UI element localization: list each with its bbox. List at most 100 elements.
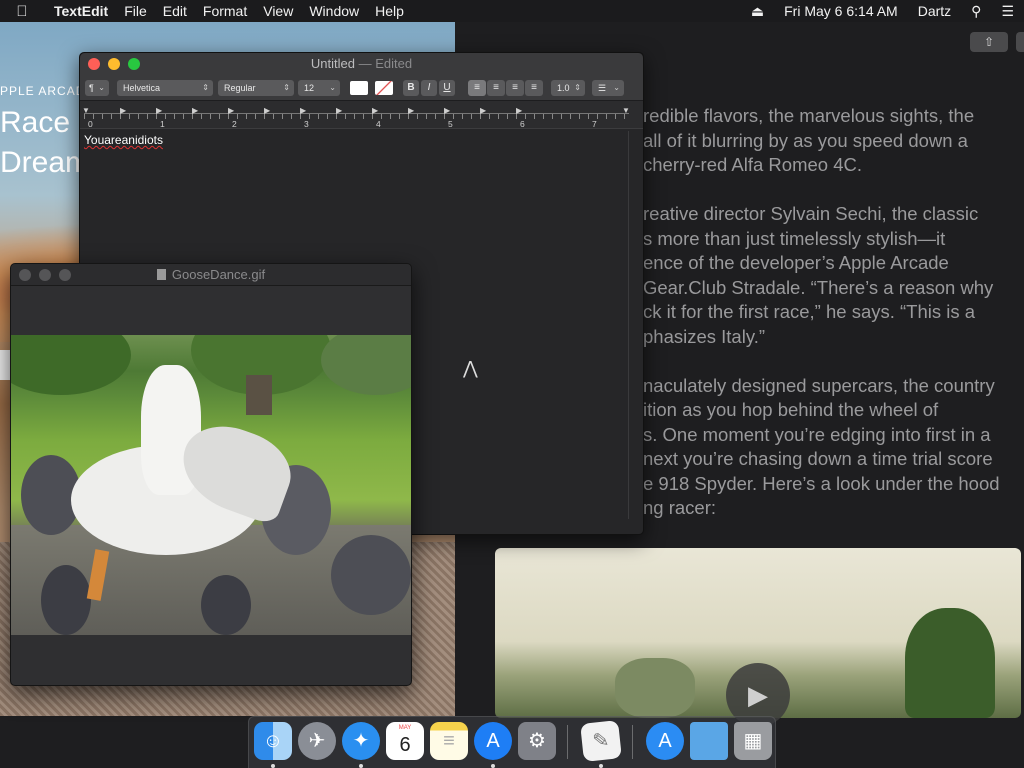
ruler-number: 0 [88,119,93,129]
tab-stop-marker[interactable]: ▶ [372,106,378,115]
tab-stop-marker[interactable]: ▶ [516,106,522,115]
text-color-swatch[interactable] [350,81,368,95]
align-right-icon[interactable]: ≡ [506,80,524,96]
article-line: cherry-red Alfa Romeo 4C. [643,154,863,175]
background-color-swatch[interactable] [375,81,393,95]
menu-edit[interactable]: Edit [155,3,195,19]
notes-icon[interactable]: ≡ [430,722,468,760]
menu-view[interactable]: View [255,3,301,19]
article-line: ng racer: [643,497,717,518]
menu-app-name[interactable]: TextEdit [44,3,116,19]
font-style-select[interactable]: Regular ⇕ [218,80,294,96]
applications-folder-icon[interactable]: A [646,722,684,760]
finder-icon[interactable]: ☺ [254,722,292,760]
spotlight-search-icon[interactable]: ⚲ [961,3,991,20]
app-store-icon[interactable]: A [474,722,512,760]
gif-tree [11,335,131,395]
tab-stop-marker[interactable]: ▶ [120,106,126,115]
updown-arrows-icon: ⇕ [202,83,209,92]
bold-button[interactable]: B [403,80,419,96]
running-indicator [271,764,275,768]
article-line: Gear.Club Stradale. “There’s a reason wh… [643,276,994,298]
article-line: redible flavors, the marvelous sights, t… [643,105,975,126]
list-style-select[interactable]: ☰ ⌄ [592,80,624,96]
safari-icon[interactable]: ✦ [342,722,380,760]
textedit-titlebar[interactable]: Untitled — Edited [80,53,643,77]
menu-format[interactable]: Format [195,3,255,19]
article-line: naculately designed supercars, the count… [643,374,995,396]
dock-separator [567,725,568,759]
system-preferences-icon[interactable]: ⚙ [518,722,556,760]
launchpad-icon[interactable]: ✈ [298,722,336,760]
tab-stop-marker[interactable]: ▶ [156,106,162,115]
article-body: redible flavors, the marvelous sights, t… [643,104,1019,545]
calendar-month: MAY [398,725,412,731]
tab-stop-marker[interactable]: ▶ [300,106,306,115]
preview-title: GooseDance.gif [11,264,411,286]
documents-folder-icon[interactable] [690,722,728,760]
align-center-icon[interactable]: ≡ [487,80,505,96]
textedit-icon[interactable]: ✎ [580,720,622,762]
right-margin-marker[interactable]: ▼ [622,106,630,115]
menu-window[interactable]: Window [301,3,367,19]
running-indicator [491,764,495,768]
italic-button[interactable]: I [421,80,437,96]
article-paragraph: reative director Sylvain Sechi, the clas… [643,202,1019,349]
eject-icon[interactable]: ⏏ [741,3,774,20]
menu-file[interactable]: File [116,3,155,19]
tab-stop-marker[interactable]: ▶ [336,106,342,115]
document-text[interactable]: Youareanidiots [84,133,163,147]
align-justify-icon[interactable]: ≡ [525,80,543,96]
menubar-clock[interactable]: Fri May 6 6:14 AM [774,3,908,19]
tab-stop-marker[interactable]: ▶ [192,106,198,115]
first-line-indent-marker[interactable]: ▼ [82,106,90,115]
tab-stop-marker[interactable]: ▶ [408,106,414,115]
share-icon[interactable]: ⇧ [970,32,1008,52]
chevron-down-icon: ⌄ [329,83,336,92]
gif-tree-trunk [246,375,272,415]
updown-arrows-icon: ⇕ [283,83,290,92]
calendar-day: 6 [399,734,411,756]
trash-icon[interactable]: ▦ [734,722,772,760]
apple-menu-icon[interactable]:  [0,3,44,20]
underline-button[interactable]: U [439,80,455,96]
list-icon: ☰ [598,83,607,93]
paragraph-style-select[interactable]: ¶ ⌄ [85,80,109,96]
hero-arcade-label: PPLE ARCAD [0,84,86,98]
preview-titlebar[interactable]: GooseDance.gif [11,264,411,286]
gif-pigeon [331,535,411,615]
align-left-icon[interactable]: ≡ [468,80,486,96]
line-spacing-value: 1.0 [557,83,570,93]
font-style-value: Regular [224,83,256,93]
font-size-select[interactable]: 12 ⌄ [298,80,340,96]
tab-stop-marker[interactable]: ▶ [444,106,450,115]
ruler-number: 5 [448,119,453,129]
ruler-number: 3 [304,119,309,129]
menubar-user[interactable]: Dartz [908,3,961,19]
article-line: all of it blurring by as you speed down … [643,129,968,151]
ruler-number: 1 [160,119,165,129]
chevron-down-icon: ⌄ [98,83,105,92]
dock-separator [632,725,633,759]
article-line: next you’re chasing down a time trial sc… [643,448,993,469]
updown-arrows-icon: ⇕ [574,83,581,92]
goose-dance-gif-image[interactable] [11,335,411,635]
chevron-down-icon: ⌄ [613,83,620,92]
ibeam-cursor-icon: ⋀ [463,358,478,378]
tab-stop-marker[interactable]: ▶ [264,106,270,115]
article-line: ence of the developer’s Apple Arcade [643,252,949,273]
gif-pigeon [41,565,91,635]
calendar-icon[interactable]: MAY 6 [386,722,424,760]
tab-stop-marker[interactable]: ▶ [480,106,486,115]
line-spacing-select[interactable]: 1.0 ⇕ [551,80,585,96]
font-family-select[interactable]: Helvetica ⇕ [117,80,213,96]
page-edge [628,131,629,519]
toolbar-button-partial[interactable] [1016,32,1024,52]
article-line: reative director Sylvain Sechi, the clas… [643,203,979,224]
preview-window: GooseDance.gif [10,263,412,686]
notification-center-icon[interactable]: ☰ [991,3,1024,20]
tab-stop-marker[interactable]: ▶ [228,106,234,115]
running-indicator [599,764,603,768]
menu-help[interactable]: Help [367,3,412,19]
article-line: e 918 Spyder. Here’s a look under the ho… [643,472,1000,494]
